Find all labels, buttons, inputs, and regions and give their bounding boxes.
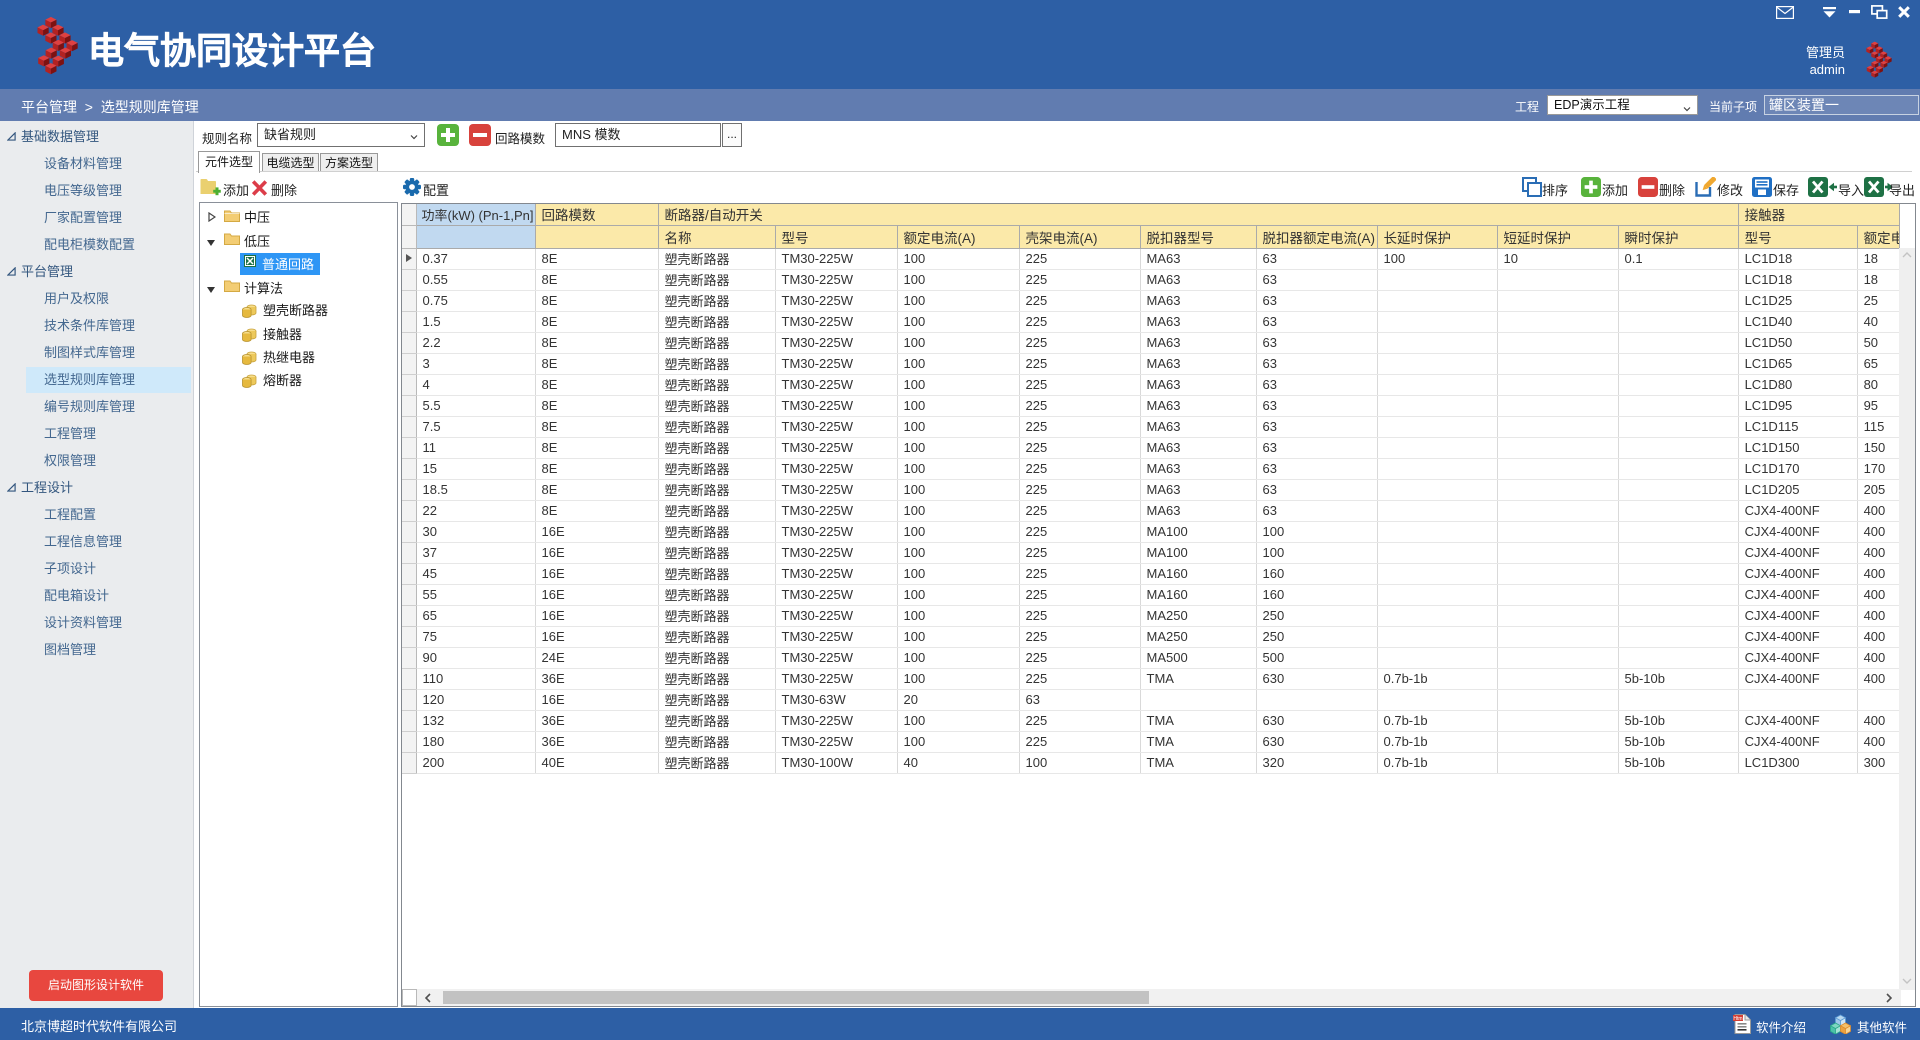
svg-text:Htm: Htm [1733, 1016, 1742, 1022]
